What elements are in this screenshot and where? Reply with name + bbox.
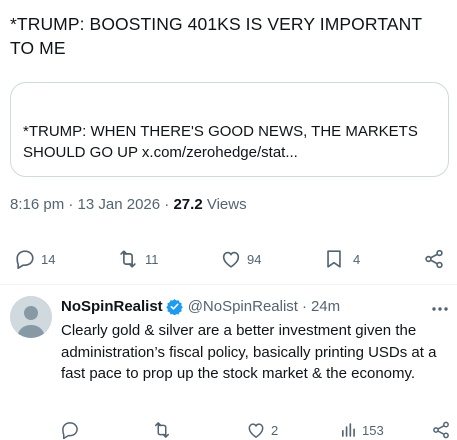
reply-like-count: 2 <box>271 422 279 438</box>
tweet-meta: 8:16 pm · 13 Jan 2026 · 27.2 Views <box>10 196 247 213</box>
share-icon <box>423 248 445 270</box>
reply-views-count: 153 <box>362 422 384 438</box>
reply-text: Clearly gold & silver are a better inves… <box>61 322 437 382</box>
more-button[interactable] <box>430 299 450 317</box>
reply-author-handle[interactable]: @NoSpinRealist <box>188 298 298 315</box>
more-icon <box>431 299 449 317</box>
meta-separator: · <box>68 196 74 213</box>
reply-icon <box>60 420 80 440</box>
reply-action-bar: 2 153 <box>0 418 457 440</box>
header-separator: · <box>301 298 307 315</box>
views-label: Views <box>206 196 247 213</box>
repost-icon <box>151 420 173 440</box>
avatar[interactable] <box>10 296 52 338</box>
reply-repost-button[interactable] <box>151 418 173 440</box>
repost-icon <box>116 248 140 270</box>
reply-share-button[interactable] <box>431 418 451 440</box>
like-icon <box>220 248 242 270</box>
share-icon <box>431 420 451 440</box>
share-button[interactable] <box>423 242 445 276</box>
like-button[interactable]: 94 <box>220 242 261 276</box>
reply-like-button[interactable]: 2 <box>246 418 278 440</box>
reply-views-button[interactable]: 153 <box>339 418 384 440</box>
reply-reply-button[interactable] <box>60 418 80 440</box>
reply-button[interactable]: 14 <box>14 242 55 276</box>
bookmark-icon <box>323 248 345 270</box>
verified-badge-icon <box>166 298 183 315</box>
tweet-time[interactable]: 8:16 pm <box>10 196 64 213</box>
quoted-tweet-link[interactable]: x.com/zerohedge/stat... <box>142 144 298 161</box>
avatar-icon <box>10 296 52 338</box>
divider <box>0 284 457 285</box>
like-count: 94 <box>247 251 262 267</box>
reply-author-name[interactable]: NoSpinRealist <box>61 298 163 315</box>
tweet-text: *TRUMP: BOOSTING 401KS IS VERY IMPORTANT… <box>10 14 422 58</box>
repost-button[interactable]: 11 <box>116 242 159 276</box>
quoted-tweet-card[interactable]: *TRUMP: WHEN THERE'S GOOD NEWS, THE MARK… <box>10 82 449 177</box>
tweet-detail: *TRUMP: BOOSTING 401KS IS VERY IMPORTANT… <box>0 0 457 440</box>
like-icon <box>246 420 266 440</box>
reply-header: NoSpinRealist @NoSpinRealist · 24m <box>61 298 340 315</box>
quoted-tweet-text: *TRUMP: WHEN THERE'S GOOD NEWS, THE MARK… <box>23 121 438 163</box>
views-count: 27.2 <box>173 196 203 213</box>
tweet-action-bar: 14 11 94 4 <box>0 242 457 276</box>
reply-count: 14 <box>41 251 56 267</box>
tweet-date[interactable]: 13 Jan 2026 <box>78 196 161 213</box>
repost-count: 11 <box>145 251 159 267</box>
bookmark-button[interactable]: 4 <box>323 242 360 276</box>
meta-separator: · <box>164 196 170 213</box>
reply-time[interactable]: 24m <box>311 298 340 315</box>
reply-icon <box>14 248 36 270</box>
bookmark-count: 4 <box>353 251 361 267</box>
views-icon <box>339 421 357 439</box>
